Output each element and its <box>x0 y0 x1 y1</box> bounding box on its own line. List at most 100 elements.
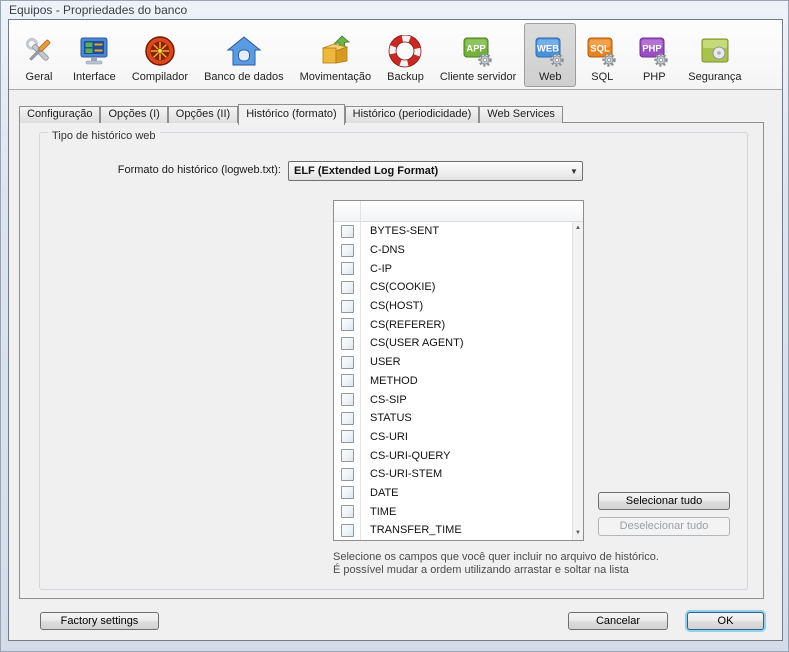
list-item[interactable]: CS-URI-QUERY <box>334 446 572 465</box>
field-label: TIME <box>361 506 396 518</box>
tab-web-services[interactable]: Web Services <box>479 106 563 123</box>
window-title: Equipos - Propriedades do banco <box>9 3 187 17</box>
tab-configuracao[interactable]: Configuração <box>19 106 100 123</box>
lifebuoy-icon <box>387 35 423 69</box>
list-item[interactable]: CS(USER AGENT) <box>334 334 572 353</box>
properties-dialog: Equipos - Propriedades do banco Geral <box>0 0 789 652</box>
tab-historico-formato[interactable]: Histórico (formato) <box>238 104 344 125</box>
field-checkbox[interactable] <box>341 430 354 443</box>
database-house-icon <box>226 35 262 69</box>
field-label: CS-SIP <box>361 394 407 406</box>
ok-button[interactable]: OK <box>687 612 764 630</box>
field-label: CS(COOKIE) <box>361 281 435 293</box>
field-label: C-IP <box>361 263 392 275</box>
field-checkbox[interactable] <box>341 505 354 518</box>
list-item[interactable]: STATUS <box>334 409 572 428</box>
toolbar-item-label: Movimentação <box>300 71 372 83</box>
app-gear-icon: APP <box>460 35 496 69</box>
field-label: STATUS <box>361 412 412 424</box>
toolbar-item-web[interactable]: WEB Web <box>524 23 576 87</box>
toolbar-item-sql[interactable]: SQL SQL <box>576 23 628 87</box>
list-item[interactable]: C-DNS <box>334 241 572 260</box>
field-label: METHOD <box>361 375 418 387</box>
field-checkbox[interactable] <box>341 244 354 257</box>
toolbar-item-compilador[interactable]: Compilador <box>124 23 196 87</box>
tab-opcoes-1[interactable]: Opções (I) <box>100 106 167 123</box>
toolbar-item-label: Banco de dados <box>204 71 284 83</box>
field-checkbox[interactable] <box>341 374 354 387</box>
gear-icon <box>604 55 615 66</box>
field-checkbox[interactable] <box>341 337 354 350</box>
field-checkbox[interactable] <box>341 524 354 537</box>
toolbar-item-label: Backup <box>387 71 424 83</box>
toolbar-item-label: Segurança <box>688 71 741 83</box>
log-fields-list[interactable]: BYTES-SENT C-DNS C-IP CS(COOKIE) CS(HOST… <box>333 200 584 541</box>
list-header <box>334 201 583 222</box>
field-checkbox[interactable] <box>341 393 354 406</box>
toolbar-item-seguranca[interactable]: Segurança <box>680 23 749 87</box>
toolbar-item-backup[interactable]: Backup <box>379 23 432 87</box>
field-label: USER <box>361 356 401 368</box>
list-item[interactable]: CS(HOST) <box>334 297 572 316</box>
tab-page-historico-formato: Tipo de histórico web Formato do históri… <box>19 122 764 599</box>
field-checkbox[interactable] <box>341 486 354 499</box>
list-item[interactable]: TRANSFER_TIME <box>334 521 572 540</box>
toolbar-item-movimentacao[interactable]: Movimentação <box>292 23 380 87</box>
svg-text:PHP: PHP <box>642 44 662 55</box>
field-checkbox[interactable] <box>341 318 354 331</box>
web-log-type-group: Tipo de histórico web Formato do históri… <box>39 132 748 590</box>
log-format-select[interactable]: ELF (Extended Log Format) ▼ <box>288 161 583 181</box>
hint-line-1: Selecione os campos que você quer inclui… <box>333 551 763 564</box>
list-scrollbar[interactable]: ▲ ▼ <box>572 222 583 540</box>
tab-historico-periodicidade[interactable]: Histórico (periodicidade) <box>345 106 480 123</box>
gear-icon <box>552 55 563 66</box>
cancel-button[interactable]: Cancelar <box>568 612 668 630</box>
list-item[interactable]: USER <box>334 353 572 372</box>
field-checkbox[interactable] <box>341 356 354 369</box>
field-label: CS(REFERER) <box>361 319 445 331</box>
list-item[interactable]: C-IP <box>334 259 572 278</box>
svg-text:WEB: WEB <box>537 44 559 55</box>
factory-settings-button[interactable]: Factory settings <box>40 612 159 630</box>
toolbar-item-label: Cliente servidor <box>440 71 516 83</box>
web-gear-icon: WEB <box>532 35 568 69</box>
field-checkbox[interactable] <box>341 225 354 238</box>
scroll-up-icon[interactable]: ▲ <box>573 223 583 234</box>
toolbar-item-label: Interface <box>73 71 116 83</box>
gear-icon <box>656 55 667 66</box>
list-item[interactable]: CS(REFERER) <box>334 315 572 334</box>
list-item[interactable]: BYTES-SENT <box>334 222 572 241</box>
deselect-all-button[interactable]: Deselecionar tudo <box>598 517 730 536</box>
toolbar-item-php[interactable]: PHP PHP <box>628 23 680 87</box>
field-label: TRANSFER_TIME <box>361 524 462 536</box>
list-item[interactable]: CS-SIP <box>334 390 572 409</box>
sql-gear-icon: SQL <box>584 35 620 69</box>
log-format-value: ELF (Extended Log Format) <box>289 165 566 177</box>
field-checkbox[interactable] <box>341 281 354 294</box>
toolbar-item-geral[interactable]: Geral <box>13 23 65 87</box>
scroll-down-icon[interactable]: ▼ <box>573 528 583 539</box>
field-label: CS(HOST) <box>361 300 423 312</box>
security-disc-icon <box>697 35 733 69</box>
list-item[interactable]: CS-URI-STEM <box>334 465 572 484</box>
field-label: DATE <box>361 487 399 499</box>
select-all-button[interactable]: Selecionar tudo <box>598 492 730 510</box>
list-item[interactable]: CS-URI <box>334 428 572 447</box>
tools-icon <box>21 35 57 69</box>
list-item[interactable]: CS(COOKIE) <box>334 278 572 297</box>
field-label: BYTES-SENT <box>361 225 439 237</box>
list-item[interactable]: METHOD <box>334 372 572 391</box>
toolbar-item-banco-de-dados[interactable]: Banco de dados <box>196 23 292 87</box>
field-checkbox[interactable] <box>341 412 354 425</box>
field-checkbox[interactable] <box>341 468 354 481</box>
field-checkbox[interactable] <box>341 262 354 275</box>
titlebar[interactable]: Equipos - Propriedades do banco <box>1 1 788 19</box>
field-checkbox[interactable] <box>341 449 354 462</box>
toolbar-item-cliente-servidor[interactable]: APP Cliente servidor <box>432 23 524 87</box>
list-item[interactable]: TIME <box>334 502 572 521</box>
toolbar-item-interface[interactable]: Interface <box>65 23 124 87</box>
list-hint-text: Selecione os campos que você quer inclui… <box>333 551 763 576</box>
tab-opcoes-2[interactable]: Opções (II) <box>168 106 238 123</box>
field-checkbox[interactable] <box>341 300 354 313</box>
list-item[interactable]: DATE <box>334 484 572 503</box>
